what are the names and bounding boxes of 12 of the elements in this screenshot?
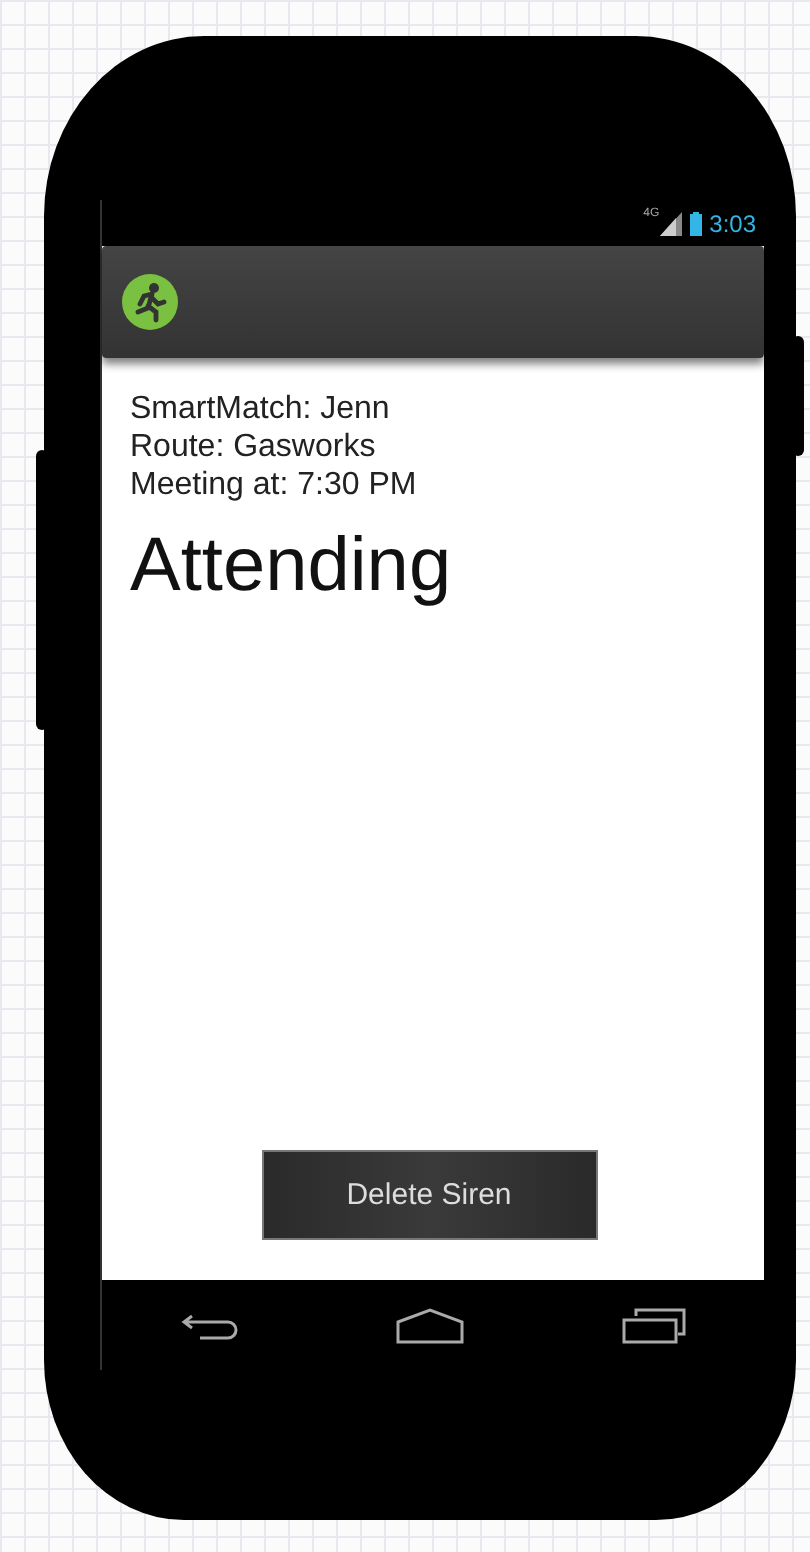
clock-time: 3:03 [709,209,756,237]
detail-text: Meeting at: 7:30 PM [130,466,419,504]
signal-icon [659,211,682,235]
back-icon[interactable] [180,1309,241,1341]
battery-icon [689,211,702,235]
detail-text: SmartMatch: Jenn [130,390,392,428]
home-icon[interactable] [396,1307,465,1343]
detail-text: Route: Gasworks [130,428,378,466]
running-figure-icon [122,274,178,330]
recent-apps-icon[interactable] [621,1307,686,1343]
status-text: Attending [130,524,454,610]
delete-siren-button[interactable]: Delete Siren [261,1150,597,1240]
